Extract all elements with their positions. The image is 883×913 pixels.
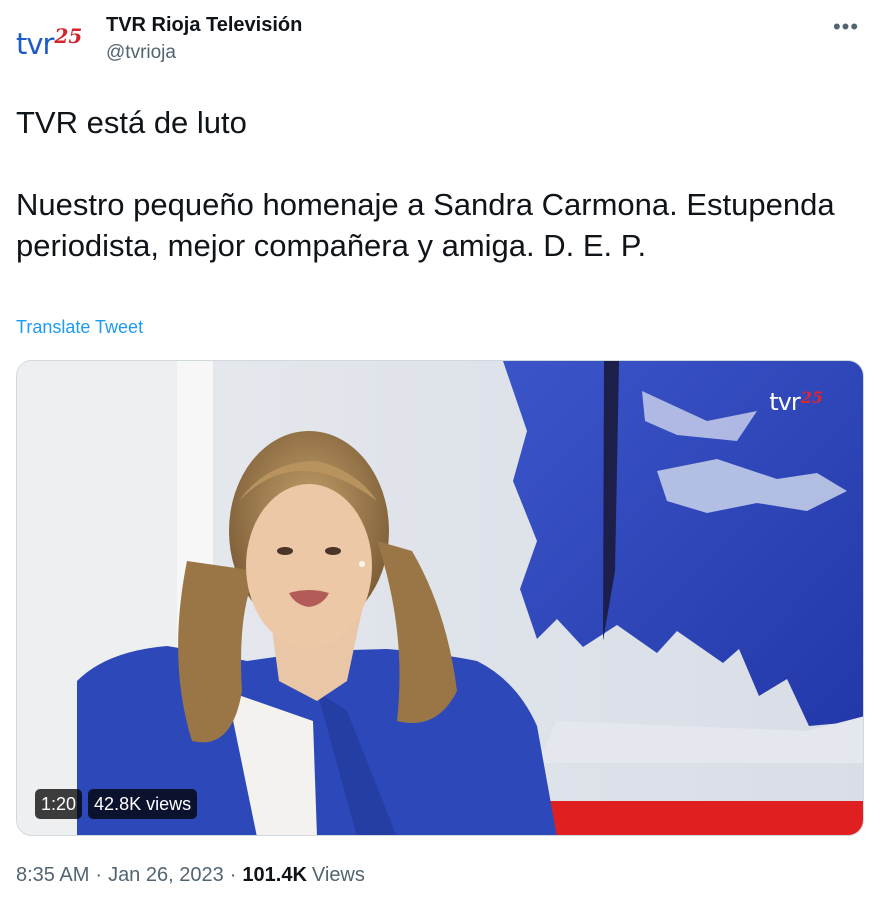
tweet-text: TVR está de luto Nuestro pequeño homenaj… [16,105,835,263]
meta-separator: · [95,864,103,886]
views-count: 101.4K [242,864,307,886]
avatar[interactable]: tvr 25 [16,24,94,64]
avatar-logo-number: 25 [54,24,83,48]
more-horizontal-icon: ••• [832,14,860,39]
video-logo-number: 25 [800,388,823,407]
tweet-header: tvr 25 TVR Rioja Televisión @tvrioja ••• [16,8,867,72]
meta-separator: · [229,864,237,886]
translate-tweet-link[interactable]: Translate Tweet [16,317,143,338]
display-name[interactable]: TVR Rioja Televisión [106,12,302,38]
video-player[interactable]: tvr 25 1:20 42.8K views [16,360,864,836]
video-badges: 1:20 42.8K views [35,789,198,819]
tweet-metadata: 8:35 AM · Jan 26, 2023 · 101.4K Views [16,864,365,887]
video-thumbnail [17,361,863,835]
video-logo-text: tvr [769,388,801,416]
more-options-button[interactable]: ••• [829,10,863,44]
video-channel-logo: tvr 25 [769,388,823,416]
author-names: TVR Rioja Televisión @tvrioja [106,12,302,66]
tweet-time[interactable]: 8:35 AM [16,864,89,887]
views-label: Views [311,864,365,886]
avatar-logo-text: tvr [16,27,54,61]
user-handle[interactable]: @tvrioja [106,40,302,66]
tweet-date[interactable]: Jan 26, 2023 [108,864,224,887]
video-views-badge: 42.8K views [88,789,198,819]
video-duration-badge: 1:20 [35,789,83,819]
